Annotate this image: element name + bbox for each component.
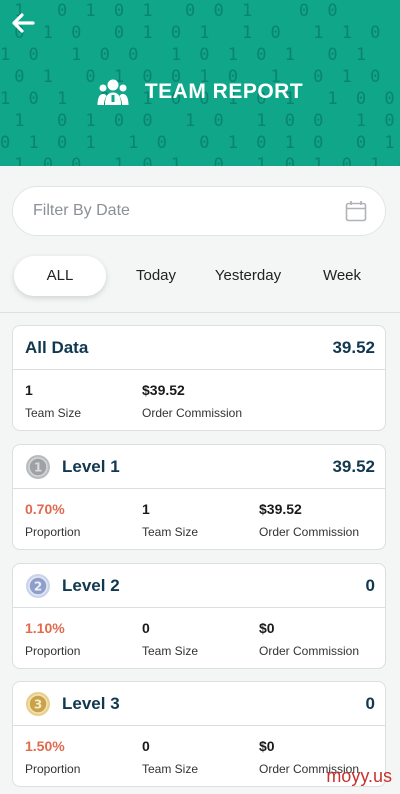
tab-yesterday[interactable]: Yesterday <box>208 256 288 296</box>
card-header: 2 Level 2 0 <box>13 564 385 608</box>
back-arrow-icon[interactable] <box>10 10 36 36</box>
title-group: TEAM REPORT <box>0 74 400 110</box>
card-title: Level 1 <box>62 457 120 476</box>
commission-value: $0 <box>259 738 275 754</box>
commission-value: $39.52 <box>142 382 185 398</box>
card-body: 0.70% Proportion 1 Team Size $39.52 Orde… <box>13 489 385 551</box>
svg-text:1: 1 <box>34 461 42 475</box>
commission-stat: $39.52 Order Commission <box>142 382 242 420</box>
header: 1 0 1 0 1 0 0 1 0 0 1 1 0 1 0 1 0 0 1 0 … <box>0 0 400 166</box>
team-size-value: 0 <box>142 620 150 636</box>
card-total-value: 39.52 <box>332 338 375 357</box>
team-size-label: Team Size <box>25 406 82 420</box>
commission-value: $39.52 <box>259 501 302 517</box>
level-2-card: 2 Level 2 0 1.10% Proportion 0 Team Size… <box>12 563 386 669</box>
divider <box>0 312 400 313</box>
card-title: Level 3 <box>62 694 120 713</box>
page-title: TEAM REPORT <box>144 80 304 103</box>
team-size-value: 1 <box>142 501 150 517</box>
gold-medal-icon: 3 <box>26 692 50 716</box>
calendar-icon[interactable] <box>345 200 367 222</box>
team-size-stat: 0 Team Size <box>142 738 198 776</box>
tab-week[interactable]: Week <box>310 256 374 296</box>
proportion-label: Proportion <box>25 644 81 658</box>
card-total-value: 39.52 <box>332 457 375 476</box>
watermark: moyy.us <box>326 766 392 786</box>
team-size-stat: 1 Team Size <box>25 382 81 420</box>
card-body: 1.10% Proportion 0 Team Size $0 Order Co… <box>13 608 385 670</box>
proportion-stat: 0.70% Proportion <box>25 501 80 539</box>
period-tabs: ALL Today Yesterday Week <box>0 256 400 298</box>
card-total-value: 0 <box>365 694 375 713</box>
card-title: Level 2 <box>62 576 120 595</box>
card-title: All Data <box>25 338 89 357</box>
commission-stat: $0 Order Commission <box>259 620 359 658</box>
team-size-stat: 0 Team Size <box>142 620 198 658</box>
commission-label: Order Commission <box>142 406 243 420</box>
commission-label: Order Commission <box>259 525 360 539</box>
proportion-label: Proportion <box>25 762 81 776</box>
card-header: All Data 39.52 <box>13 326 385 370</box>
all-data-card: All Data 39.52 1 Team Size $39.52 Order … <box>12 325 386 431</box>
level-1-card: 1 Level 1 39.52 0.70% Proportion 1 Team … <box>12 444 386 550</box>
card-header: 1 Level 1 39.52 <box>13 445 385 489</box>
svg-text:2: 2 <box>34 580 42 594</box>
silver-medal-icon: 1 <box>26 455 50 479</box>
team-size-label: Team Size <box>142 762 199 776</box>
team-size-label: Team Size <box>142 525 199 539</box>
tab-all[interactable]: ALL <box>14 256 106 296</box>
tab-today[interactable]: Today <box>124 256 188 296</box>
card-header: 3 Level 3 0 <box>13 682 385 726</box>
svg-text:3: 3 <box>34 698 42 712</box>
team-size-value: 1 <box>25 382 33 398</box>
team-size-label: Team Size <box>142 644 199 658</box>
date-filter-input[interactable]: Filter By Date <box>12 186 386 236</box>
team-size-value: 0 <box>142 738 150 754</box>
blue-medal-icon: 2 <box>26 574 50 598</box>
card-body: 1 Team Size $39.52 Order Commission <box>13 370 385 432</box>
team-icon <box>97 79 129 105</box>
proportion-stat: 1.50% Proportion <box>25 738 80 776</box>
card-total-value: 0 <box>365 576 375 595</box>
proportion-value: 0.70% <box>25 501 65 517</box>
commission-value: $0 <box>259 620 275 636</box>
proportion-label: Proportion <box>25 525 81 539</box>
date-filter-placeholder: Filter By Date <box>33 202 130 219</box>
team-size-stat: 1 Team Size <box>142 501 198 539</box>
proportion-value: 1.50% <box>25 738 65 754</box>
proportion-value: 1.10% <box>25 620 65 636</box>
commission-stat: $39.52 Order Commission <box>259 501 359 539</box>
commission-label: Order Commission <box>259 644 360 658</box>
proportion-stat: 1.10% Proportion <box>25 620 80 658</box>
